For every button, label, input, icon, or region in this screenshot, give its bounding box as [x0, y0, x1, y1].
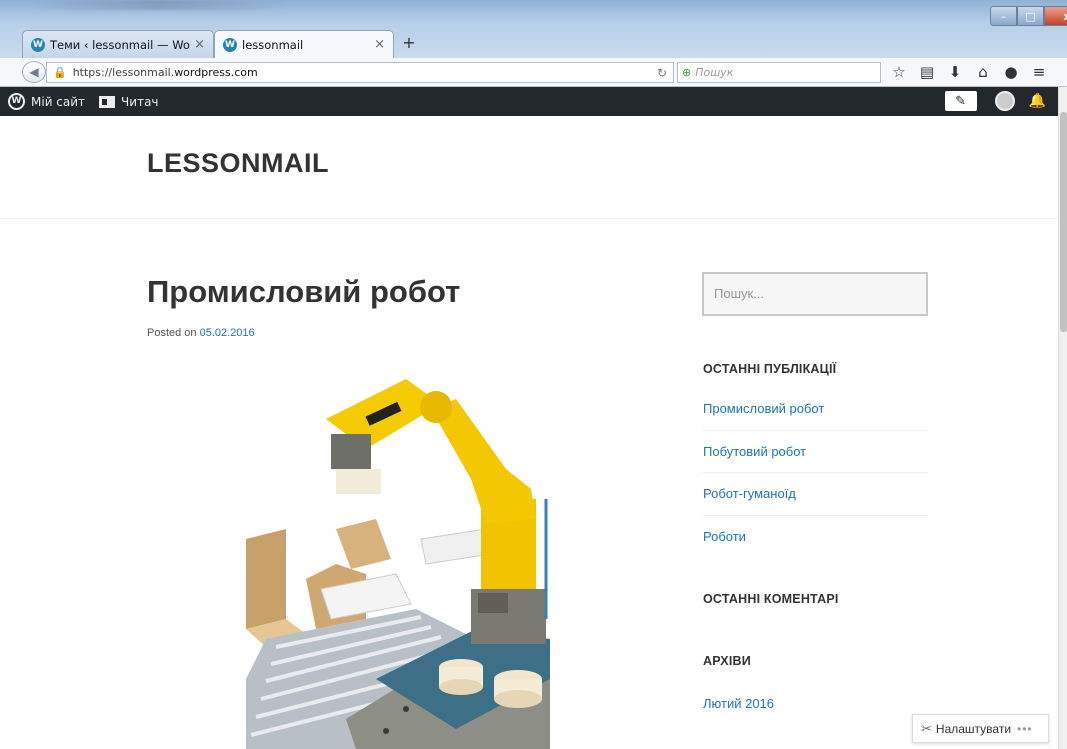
reader-icon: [99, 95, 116, 108]
site-title[interactable]: LESSONMAIL: [147, 148, 329, 179]
my-site-label: Мій сайт: [31, 94, 86, 109]
home-icon[interactable]: ⌂: [972, 62, 994, 82]
wordpress-logo-icon: W: [8, 93, 25, 110]
maximize-button[interactable]: □: [1017, 6, 1044, 26]
back-button[interactable]: ◀: [22, 61, 46, 83]
window-title-blurred: [28, 0, 288, 10]
lock-icon: 🔒: [53, 66, 67, 79]
archives-title: АРХІВИ: [703, 654, 751, 668]
close-window-button[interactable]: x: [1044, 6, 1067, 26]
minimize-button[interactable]: –: [990, 6, 1017, 26]
recent-post-link[interactable]: Робот-гуманоїд: [703, 473, 928, 516]
search-engine-icon: ⊕: [682, 66, 692, 79]
reader-link[interactable]: Читач: [99, 94, 159, 109]
close-icon[interactable]: ×: [194, 37, 205, 52]
reload-icon[interactable]: ↻: [657, 66, 667, 80]
recent-posts-title: ОСТАННІ ПУБЛІКАЦІЇ: [703, 362, 837, 376]
window-controls: – □ x: [990, 6, 1067, 26]
admin-bar-right: ✎ 🔔: [944, 91, 1046, 111]
post-date-link[interactable]: 05.02.2016: [200, 327, 255, 339]
url-bar[interactable]: 🔒 https://lessonmail. wordpress.com ↻: [46, 62, 674, 83]
scrollbar-thumb[interactable]: [1060, 112, 1067, 332]
browser-search-input[interactable]: ⊕ Пошук: [677, 62, 881, 83]
tab-label: lessonmail: [242, 37, 304, 52]
menu-icon[interactable]: ≡: [1028, 62, 1050, 82]
toolbar-icons: ☆ ▤ ⬇ ⌂ ● ≡: [888, 62, 1056, 82]
url-host: wordpress.com: [174, 66, 258, 79]
edit-icon: ✎: [955, 93, 967, 109]
customize-label: Налаштувати: [935, 721, 1012, 736]
tab-lessonmail[interactable]: W lessonmail ×: [214, 30, 394, 58]
archive-link[interactable]: Лютий 2016: [703, 696, 774, 711]
title-bar: W Теми ‹ lessonmail — Word... × W lesson…: [0, 0, 1067, 58]
post-meta: Posted on 05.02.2016: [147, 327, 255, 339]
reading-list-icon[interactable]: ▤: [916, 62, 938, 82]
url-prefix: https://lessonmail.: [72, 66, 175, 79]
recent-comments-title: ОСТАННІ КОМЕНТАРІ: [703, 592, 839, 606]
search-placeholder: Пошук: [695, 66, 734, 79]
arrow-left-icon: ◀: [29, 65, 39, 79]
recent-post-link[interactable]: Побутовий робот: [703, 431, 928, 473]
wp-admin-bar: W Мій сайт Читач ✎ 🔔: [0, 87, 1058, 116]
avatar[interactable]: [994, 91, 1015, 111]
wordpress-icon: W: [223, 37, 237, 52]
star-bookmark-icon[interactable]: ☆: [888, 62, 910, 82]
tab-label: Теми ‹ lessonmail — Word...: [50, 37, 190, 52]
download-icon[interactable]: ⬇: [944, 62, 966, 82]
search-placeholder: Пошук...: [714, 286, 765, 301]
recent-posts-list: Промисловий робот Побутовий робот Робот-…: [703, 388, 928, 558]
recent-post-link[interactable]: Промисловий робот: [703, 388, 928, 431]
post-title[interactable]: Промисловий робот: [147, 274, 460, 310]
notifications-bell-icon[interactable]: 🔔: [1029, 93, 1046, 109]
write-post-button[interactable]: ✎: [944, 91, 977, 111]
tab-themes[interactable]: W Теми ‹ lessonmail — Word... ×: [22, 30, 214, 58]
new-tab-button[interactable]: +: [400, 33, 418, 52]
navigation-bar: ◀ 🔒 https://lessonmail. wordpress.com ↻ ⊕…: [0, 58, 1067, 87]
sidebar-search-input[interactable]: Пошук...: [702, 272, 928, 316]
posted-on-label: Posted on: [147, 327, 197, 339]
recent-post-link[interactable]: Роботи: [703, 516, 928, 559]
browser-window: W Теми ‹ lessonmail — Word... × W lesson…: [0, 0, 1067, 749]
my-site-link[interactable]: W Мій сайт: [0, 93, 85, 110]
page-content: LESSONMAIL Промисловий робот Posted on 0…: [0, 116, 1058, 749]
page-scrollbar[interactable]: [1058, 87, 1067, 749]
reader-label: Читач: [121, 94, 159, 109]
post-featured-image: [246, 379, 550, 749]
wordpress-icon: W: [31, 37, 45, 52]
industrial-robot-image: [246, 379, 550, 749]
chat-icon[interactable]: ●: [1000, 62, 1022, 82]
customize-button[interactable]: ✂ Налаштувати •••: [912, 714, 1049, 743]
more-icon[interactable]: •••: [1017, 722, 1033, 736]
tools-icon: ✂: [921, 720, 932, 736]
close-icon[interactable]: ×: [374, 37, 385, 52]
site-header: LESSONMAIL: [0, 116, 1058, 219]
